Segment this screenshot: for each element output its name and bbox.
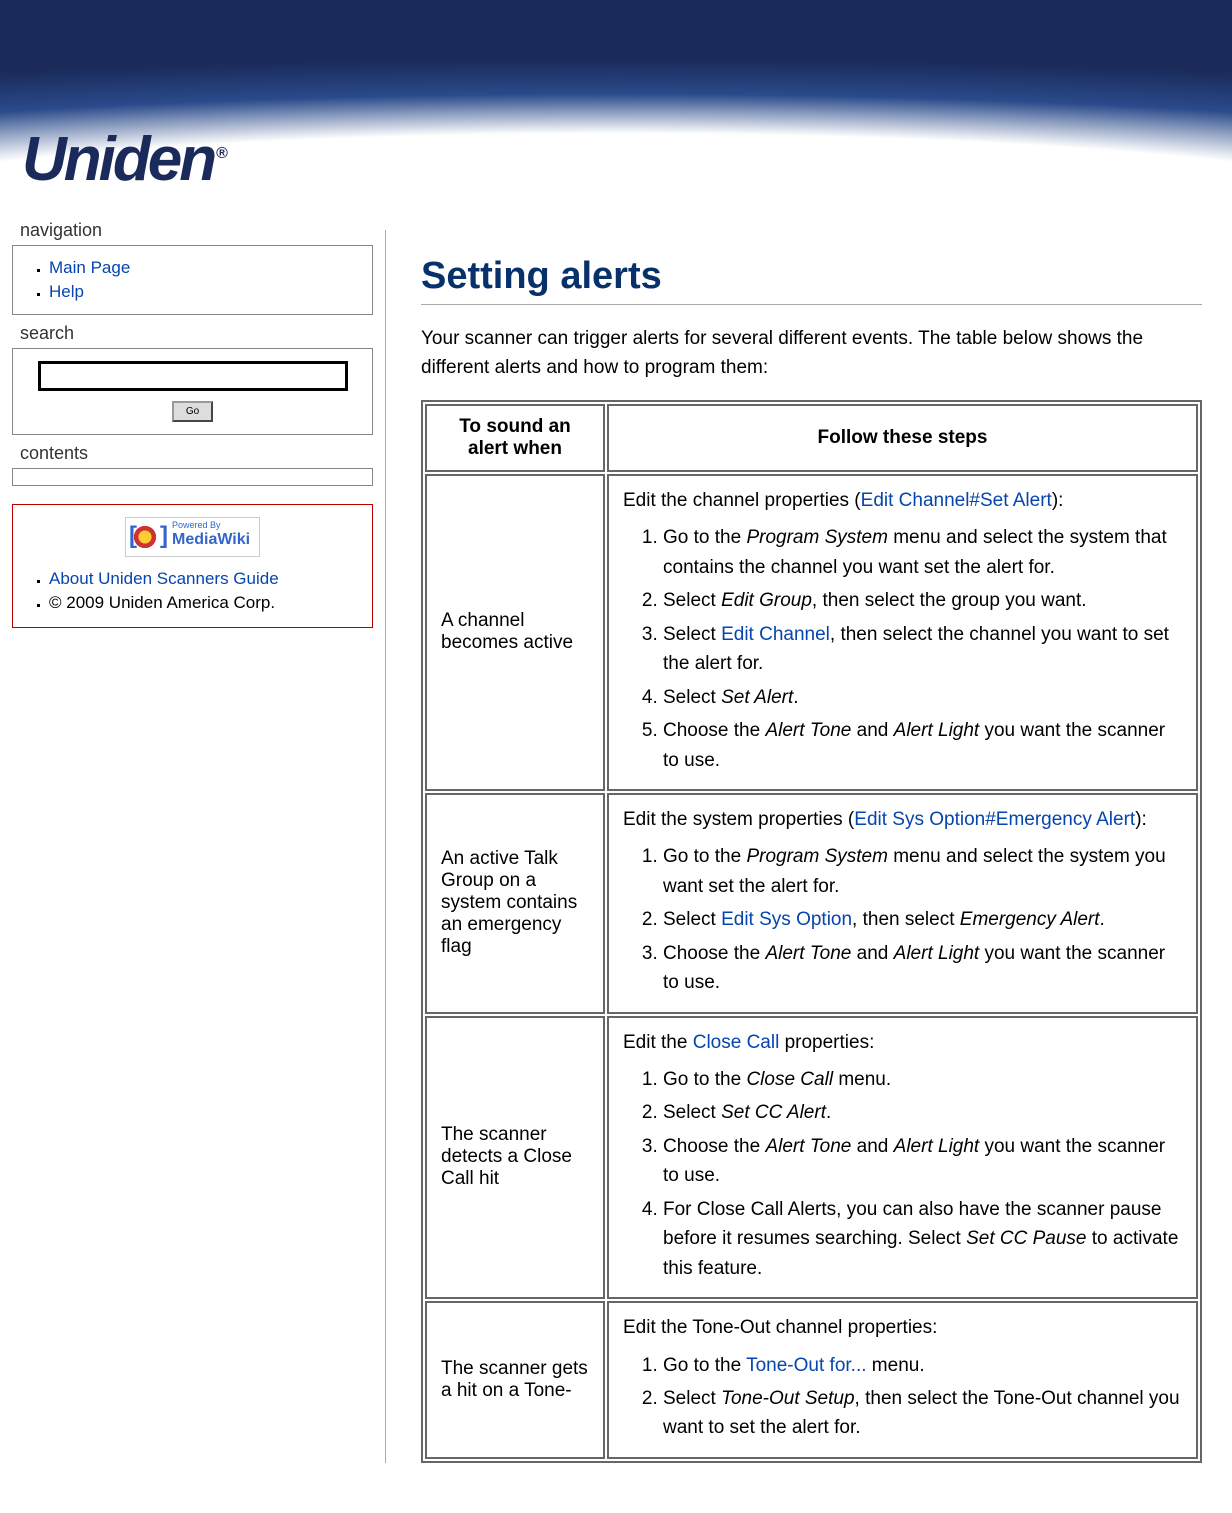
search-go-button[interactable]: Go: [172, 401, 213, 422]
step-item: Choose the Alert Tone and Alert Light yo…: [663, 714, 1182, 777]
steps-list: Go to the Program System menu and select…: [623, 840, 1182, 999]
steps-lead-link[interactable]: Edit Channel#Set Alert: [861, 490, 1052, 511]
steps-list: Go to the Close Call menu.Select Set CC …: [623, 1063, 1182, 1285]
nav-item-main-page[interactable]: Main Page: [49, 256, 358, 280]
search-input[interactable]: [38, 361, 348, 391]
nav-heading: navigation: [20, 220, 373, 241]
condition-cell: A channel becomes active: [425, 474, 605, 791]
uniden-logo: Uniden®: [22, 124, 225, 195]
footer-copyright: © 2009 Uniden America Corp.: [49, 591, 358, 615]
condition-cell: The scanner gets a hit on a Tone-: [425, 1301, 605, 1459]
step-item: Go to the Program System menu and select…: [663, 840, 1182, 903]
condition-cell: The scanner detects a Close Call hit: [425, 1016, 605, 1300]
table-header-condition: To sound an alert when: [425, 404, 605, 472]
mediawiki-logo[interactable]: [ ] Powered By MediaWiki: [125, 517, 260, 557]
step-em: Alert Light: [894, 720, 980, 741]
steps-cell: Edit the Close Call properties: Go to the…: [607, 1016, 1198, 1300]
step-item: Go to the Tone-Out for... menu.: [663, 1349, 1182, 1382]
step-em: Program System: [746, 527, 887, 548]
step-em: Alert Tone: [765, 943, 851, 964]
step-item: Select Edit Channel, then select the cha…: [663, 618, 1182, 681]
step-item: Choose the Alert Tone and Alert Light yo…: [663, 1130, 1182, 1193]
step-em: Tone-Out Setup: [721, 1388, 854, 1409]
sidebar: navigation Main Page Help search Go cont…: [0, 200, 385, 640]
nav-box: Main Page Help: [12, 245, 373, 315]
contents-heading: contents: [20, 443, 373, 464]
step-link[interactable]: Edit Channel: [721, 624, 830, 645]
contents-box: [12, 468, 373, 486]
steps-lead: Edit the system properties (Edit Sys Opt…: [623, 805, 1182, 834]
steps-lead-link[interactable]: Close Call: [693, 1032, 780, 1053]
alerts-table: To sound an alert when Follow these step…: [421, 400, 1202, 1463]
steps-lead: Edit the Close Call properties:: [623, 1028, 1182, 1057]
step-em: Edit Group: [721, 590, 812, 611]
step-item: Select Set CC Alert.: [663, 1096, 1182, 1129]
intro-text: Your scanner can trigger alerts for seve…: [421, 325, 1202, 382]
search-heading: search: [20, 323, 373, 344]
header-banner: Uniden®: [0, 0, 1232, 200]
steps-list: Go to the Tone-Out for... menu.Select To…: [623, 1349, 1182, 1445]
table-row: A channel becomes active Edit the channel…: [425, 474, 1198, 791]
step-item: Select Set Alert.: [663, 681, 1182, 714]
steps-cell: Edit the Tone-Out channel properties: Go …: [607, 1301, 1198, 1459]
step-item: For Close Call Alerts, you can also have…: [663, 1193, 1182, 1285]
footer-link-about[interactable]: About Uniden Scanners Guide: [49, 567, 358, 591]
steps-lead: Edit the Tone-Out channel properties:: [623, 1313, 1182, 1342]
table-row: The scanner gets a hit on a Tone-Edit th…: [425, 1301, 1198, 1459]
step-em: Emergency Alert: [960, 909, 1100, 930]
step-item: Go to the Program System menu and select…: [663, 521, 1182, 584]
condition-cell: An active Talk Group on a system contain…: [425, 793, 605, 1014]
steps-cell: Edit the channel properties (Edit Channe…: [607, 474, 1198, 791]
page-title: Setting alerts: [421, 255, 1202, 305]
table-row: The scanner detects a Close Call hitEdit…: [425, 1016, 1198, 1300]
search-box: Go: [12, 348, 373, 435]
step-em: Alert Light: [894, 943, 980, 964]
main-content: Setting alerts Your scanner can trigger …: [385, 230, 1232, 1463]
step-em: Alert Tone: [765, 720, 851, 741]
step-em: Set CC Alert: [721, 1102, 826, 1123]
step-em: Alert Light: [894, 1136, 980, 1157]
step-item: Select Tone-Out Setup, then select the T…: [663, 1382, 1182, 1445]
step-item: Select Edit Sys Option, then select Emer…: [663, 903, 1182, 936]
steps-lead: Edit the channel properties (Edit Channe…: [623, 486, 1182, 515]
step-link[interactable]: Edit Sys Option: [721, 909, 852, 930]
steps-list: Go to the Program System menu and select…: [623, 521, 1182, 777]
step-em: Alert Tone: [765, 1136, 851, 1157]
steps-cell: Edit the system properties (Edit Sys Opt…: [607, 793, 1198, 1014]
step-item: Choose the Alert Tone and Alert Light yo…: [663, 937, 1182, 1000]
steps-lead-link[interactable]: Edit Sys Option#Emergency Alert: [854, 809, 1135, 830]
step-em: Set CC Pause: [966, 1228, 1086, 1249]
step-item: Select Edit Group, then select the group…: [663, 584, 1182, 617]
sidebar-footer: [ ] Powered By MediaWiki About Uniden Sc…: [12, 504, 373, 628]
step-em: Close Call: [746, 1069, 833, 1090]
nav-item-help[interactable]: Help: [49, 280, 358, 304]
step-em: Program System: [746, 846, 887, 867]
table-row: An active Talk Group on a system contain…: [425, 793, 1198, 1014]
step-link[interactable]: Tone-Out for...: [746, 1355, 866, 1376]
table-header-steps: Follow these steps: [607, 404, 1198, 472]
step-item: Go to the Close Call menu.: [663, 1063, 1182, 1096]
step-em: Set Alert: [721, 687, 793, 708]
